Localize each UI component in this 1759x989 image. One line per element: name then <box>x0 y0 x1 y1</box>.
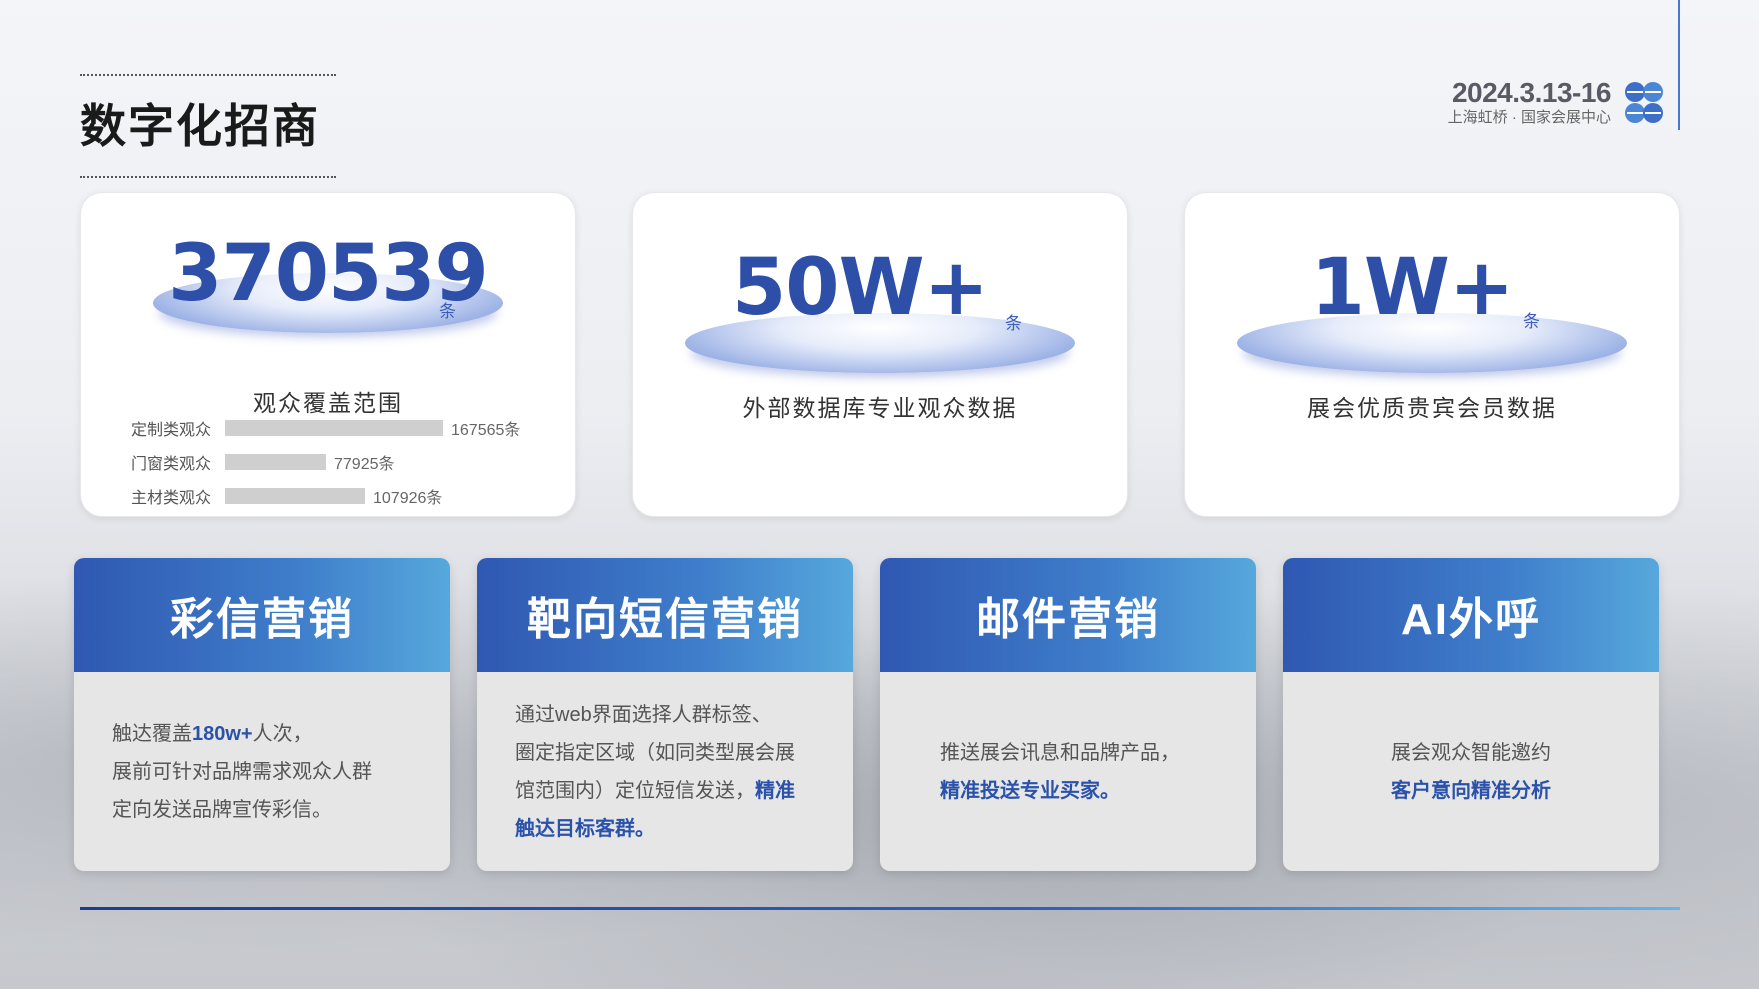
marketing-card-email: 邮件营销 推送展会讯息和品牌产品， 精准投送专业买家。 <box>880 558 1256 871</box>
highlight-text: 触达目标客群。 <box>515 817 655 840</box>
bar-label: 定制类观众 <box>130 422 211 439</box>
body-text: 人次， <box>252 722 313 745</box>
bar-row: 定制类观众 167565条 <box>125 411 520 445</box>
stat-value: 370539 <box>168 229 489 319</box>
stat-label: 外部数据库专业观众数据 <box>742 395 1018 421</box>
bar-label: 主材类观众 <box>130 490 211 507</box>
marketing-card-title: 彩信营销 <box>74 558 450 672</box>
bottom-dotted-rule <box>80 176 336 178</box>
bar-value: 77925条 <box>334 456 395 473</box>
marketing-card-body: 展会观众智能邀约 客户意向精准分析 <box>1283 672 1659 871</box>
top-dotted-rule <box>80 74 336 76</box>
stat-unit: 条 <box>1523 312 1540 331</box>
body-line: 触达目标客群。 <box>515 810 815 848</box>
body-line: 展会观众智能邀约 <box>1391 734 1551 772</box>
highlight-text: 客户意向精准分析 <box>1391 779 1551 802</box>
marketing-card-targeted-sms: 靶向短信营销 通过web界面选择人群标签、 圈定指定区域（如同类型展会展 馆范围内）… <box>477 558 853 871</box>
body-line: 推送展会讯息和品牌产品， <box>940 734 1218 772</box>
page-header: 数字化招商 <box>80 74 336 178</box>
marketing-card-mms: 彩信营销 触达覆盖180w+人次， 展前可针对品牌需求观众人群 定向发送品牌宣传彩信… <box>74 558 450 871</box>
stat-unit: 条 <box>439 302 456 321</box>
audience-bar-chart: 定制类观众 167565条 门窗类观众 77925条 主材类观众 107926条 <box>125 411 520 513</box>
body-line: 通过web界面选择人群标签、 <box>515 696 815 734</box>
body-line: 展前可针对品牌需求观众人群 <box>112 753 412 791</box>
footer-rule <box>80 907 1680 910</box>
header-divider <box>1678 0 1680 130</box>
event-venue: 上海虹桥 · 国家会展中心 <box>1447 109 1611 126</box>
body-text: 馆范围内）定位短信发送， <box>515 779 755 802</box>
bar-row: 主材类观众 107926条 <box>125 479 520 513</box>
event-logo: 2024.3.13-16 上海虹桥 · 国家会展中心 <box>1448 78 1669 128</box>
marketing-card-ai-call: AI外呼 展会观众智能邀约 客户意向精准分析 <box>1283 558 1659 871</box>
body-text: 圈定指定区域（如同类型展会展 <box>515 741 795 764</box>
bar <box>225 488 365 504</box>
stat-value: 50W+ <box>732 243 989 333</box>
body-line: 精准投送专业买家。 <box>940 772 1218 810</box>
stat-label: 展会优质贵宾会员数据 <box>1307 395 1557 421</box>
marketing-card-title: 靶向短信营销 <box>477 558 853 672</box>
page-title: 数字化招商 <box>80 100 320 152</box>
highlight-text: 精准 <box>755 779 795 802</box>
stat-card-vip: 1W+ 条 展会优质贵宾会员数据 <box>1184 192 1680 517</box>
bar-label: 门窗类观众 <box>130 456 211 473</box>
body-line: 客户意向精准分析 <box>1391 772 1551 810</box>
stat-card-audience: 370539 条 观众覆盖范围 定制类观众 167565条 门窗类观众 7792… <box>80 192 576 517</box>
body-text: 通过web界面选择人群标签、 <box>515 703 772 726</box>
body-text: 展前可针对品牌需求观众人群 <box>112 760 372 783</box>
marketing-card-title: 邮件营销 <box>880 558 1256 672</box>
event-date: 2024.3.13-16 <box>1451 77 1612 108</box>
bar-value: 167565条 <box>451 422 521 439</box>
bar-row: 门窗类观众 77925条 <box>125 445 520 479</box>
marketing-card-body: 推送展会讯息和品牌产品， 精准投送专业买家。 <box>880 672 1256 871</box>
bar <box>225 454 326 470</box>
body-text: 定向发送品牌宣传彩信。 <box>112 798 332 821</box>
bar-value: 107926条 <box>373 490 443 507</box>
bar <box>225 420 443 436</box>
marketing-card-body: 触达覆盖180w+人次， 展前可针对品牌需求观众人群 定向发送品牌宣传彩信。 <box>74 672 450 871</box>
highlight-text: 精准投送专业买家。 <box>940 779 1120 802</box>
stat-unit: 条 <box>1005 314 1022 333</box>
body-text: 展会观众智能邀约 <box>1391 741 1551 764</box>
marketing-card-title: AI外呼 <box>1283 558 1659 672</box>
body-line: 定向发送品牌宣传彩信。 <box>112 791 412 829</box>
marketing-card-body: 通过web界面选择人群标签、 圈定指定区域（如同类型展会展 馆范围内）定位短信发送，… <box>477 672 853 871</box>
highlight-text: 180w+ <box>192 722 253 745</box>
body-text: 触达覆盖 <box>112 722 192 745</box>
stat-card-external-db: 50W+ 条 外部数据库专业观众数据 <box>632 192 1128 517</box>
body-line: 触达覆盖180w+人次， <box>112 715 412 753</box>
body-text: 推送展会讯息和品牌产品， <box>940 741 1180 764</box>
stat-value: 1W+ <box>1310 243 1515 333</box>
clover-logo-icon <box>1625 82 1663 123</box>
body-line: 圈定指定区域（如同类型展会展 <box>515 734 815 772</box>
body-line: 馆范围内）定位短信发送，精准 <box>515 772 815 810</box>
